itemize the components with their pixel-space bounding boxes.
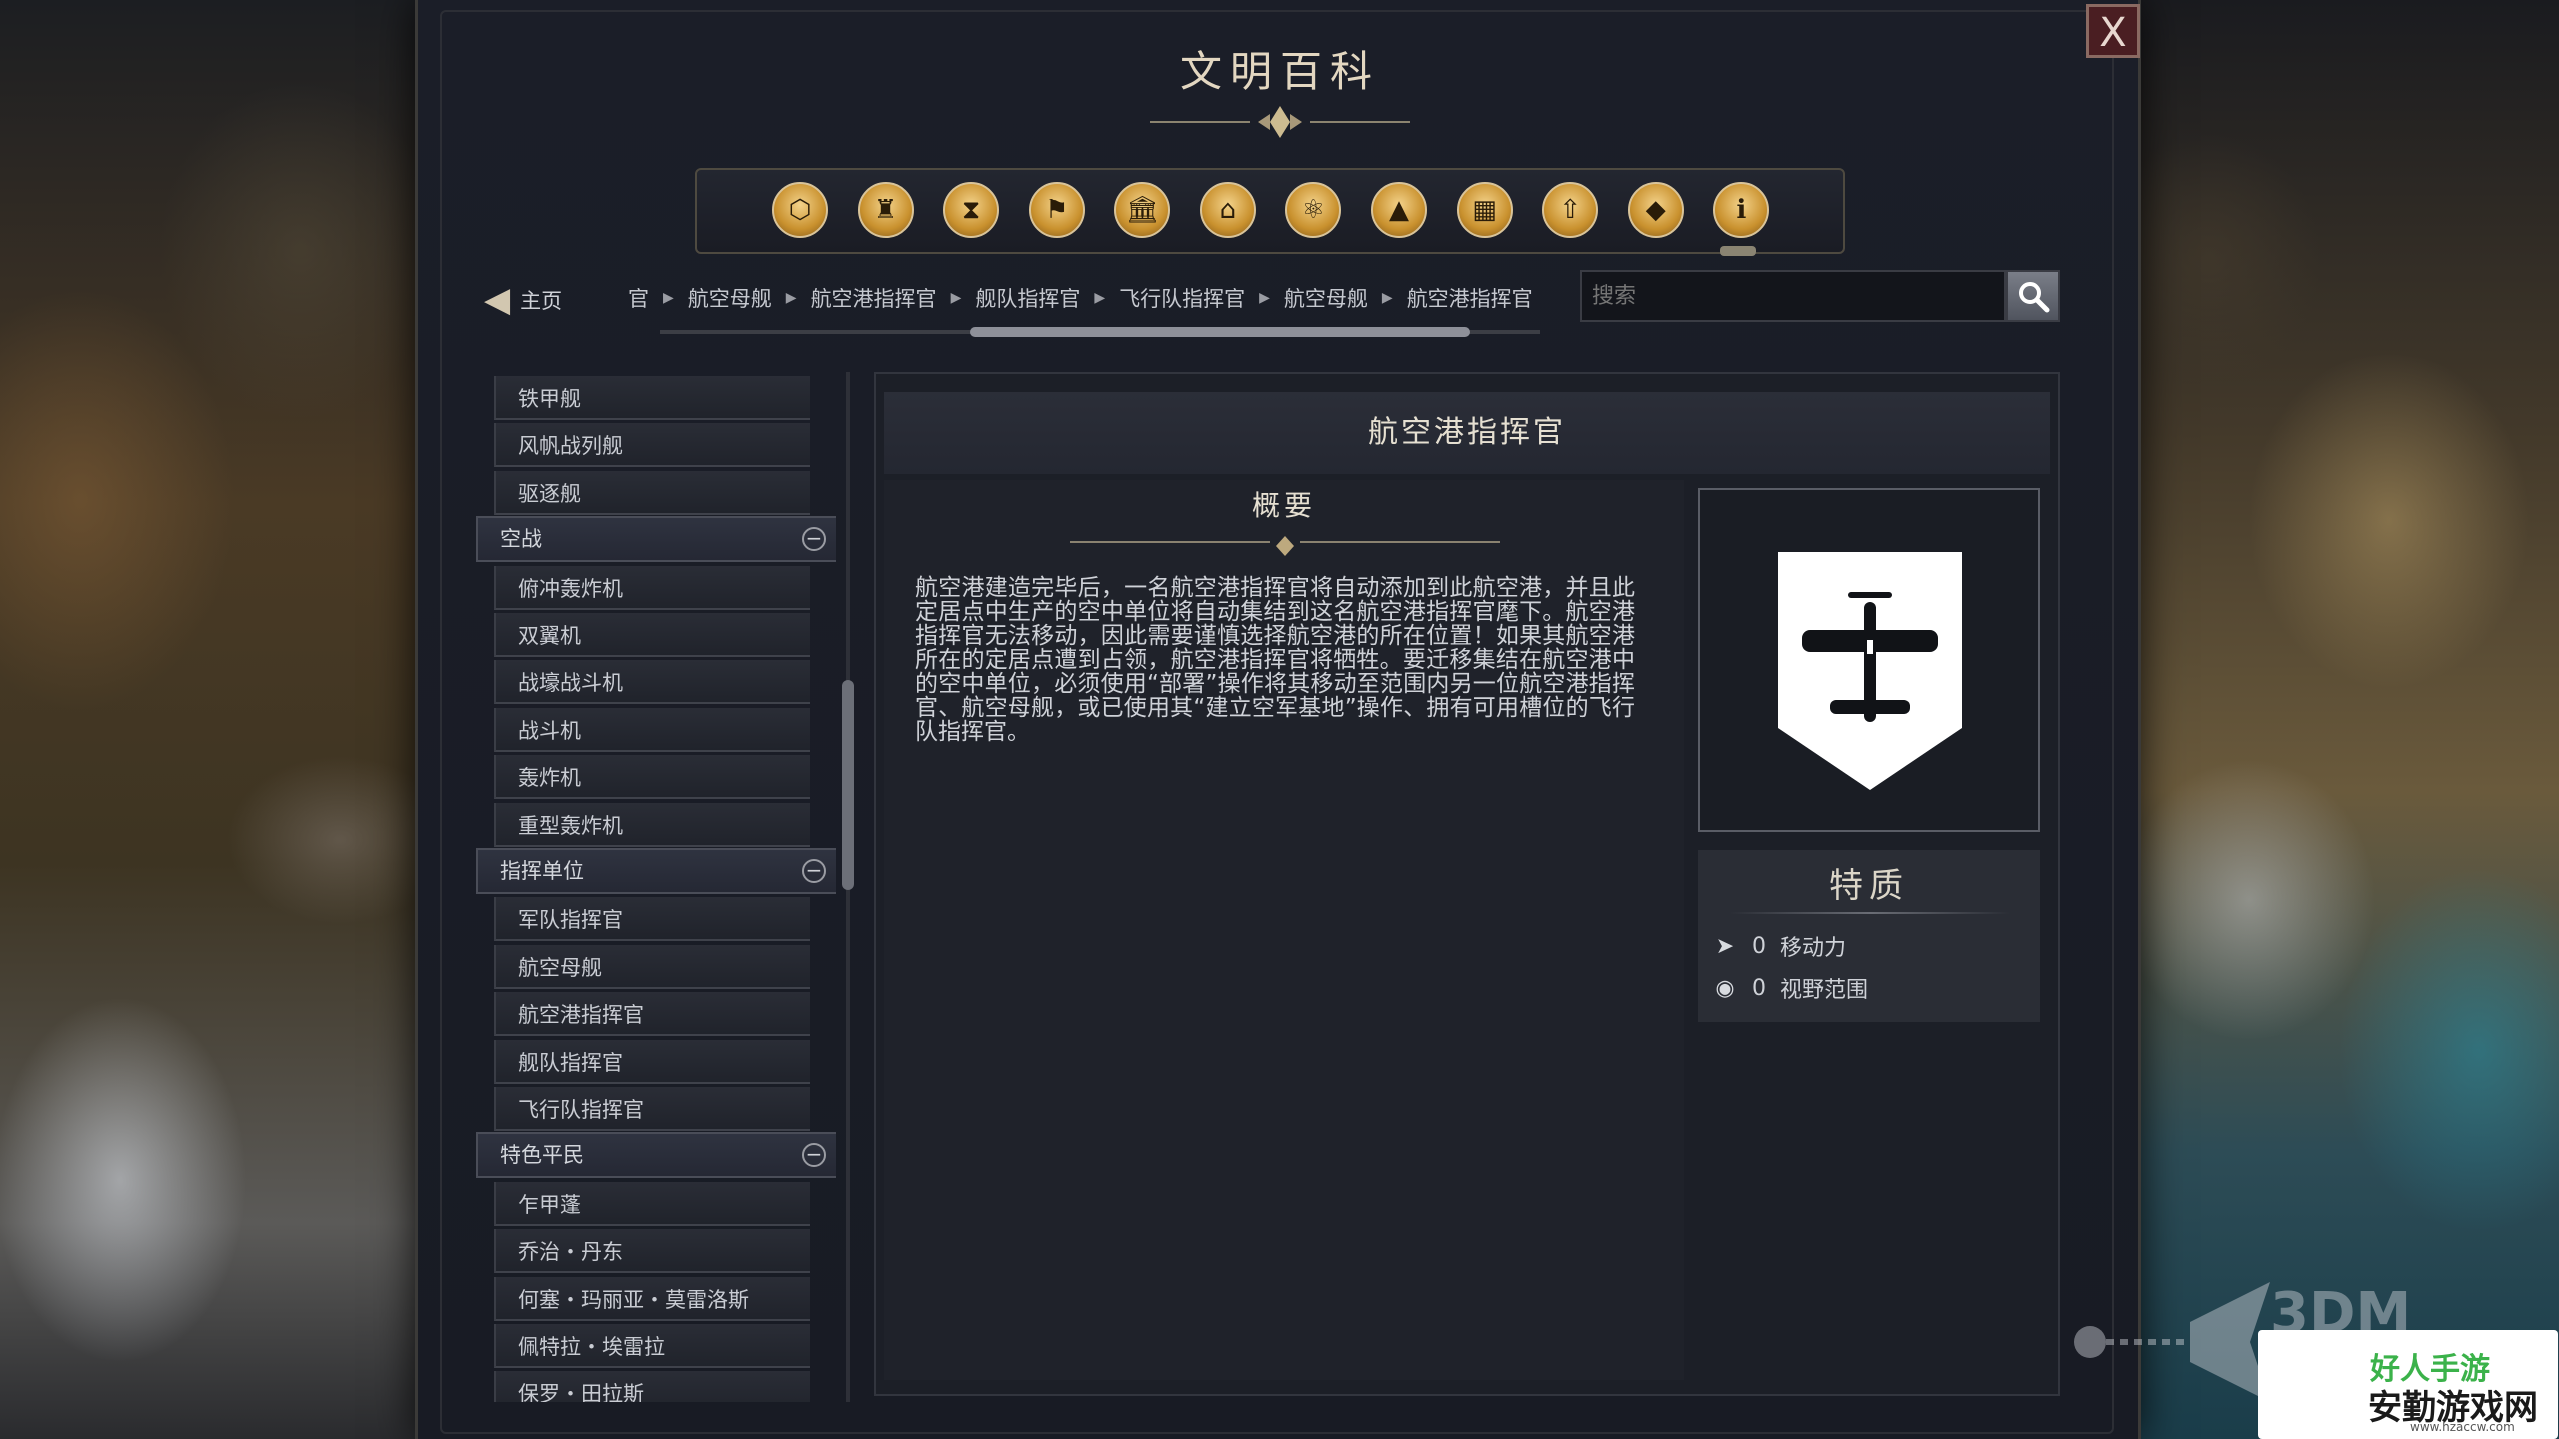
home-label: 主页 bbox=[520, 289, 563, 313]
units-icon[interactable]: ⬡ bbox=[772, 182, 828, 238]
site-watermark-url: www.hzaccw.com bbox=[2410, 1420, 2515, 1434]
breadcrumb-item[interactable]: 飞行队指挥官 bbox=[1119, 283, 1245, 313]
list-category-header[interactable]: 空战 − bbox=[476, 516, 836, 563]
traits-title: 特质 bbox=[1829, 866, 1909, 906]
breadcrumb: 官 ▶ 航空母舰 ▶ 航空港指挥官 ▶ 舰队指挥官 ▶ 飞行队指挥官 ▶ 航空母舰 ▶ 航空港指挥官 bbox=[628, 278, 1558, 318]
breadcrumb-item[interactable]: 航空母舰 bbox=[1284, 283, 1368, 313]
list-item[interactable]: 战斗机 bbox=[494, 707, 810, 752]
buildings-icon[interactable]: 🏛 bbox=[1114, 182, 1171, 238]
breadcrumb-separator-icon: ▶ bbox=[1259, 290, 1270, 306]
trait-value: 0 bbox=[1752, 933, 1766, 959]
list-item[interactable]: 舰队指挥官 bbox=[494, 1039, 810, 1084]
category-selected-marker bbox=[1720, 246, 1756, 256]
list-item[interactable]: 战壕战斗机 bbox=[494, 660, 810, 705]
breadcrumb-separator-icon: ▶ bbox=[1094, 290, 1106, 306]
list-item[interactable]: 铁甲舰 bbox=[494, 376, 810, 420]
search-button[interactable] bbox=[2006, 270, 2060, 322]
breadcrumb-scroll-thumb[interactable] bbox=[970, 327, 1470, 337]
list-item[interactable]: 佩特拉・埃雷拉 bbox=[494, 1324, 810, 1368]
breadcrumb-separator-icon: ▶ bbox=[1381, 290, 1393, 306]
overview-ornament bbox=[1070, 536, 1500, 556]
collapse-icon[interactable]: − bbox=[802, 859, 826, 883]
entry-list: 铁甲舰 风帆战列舰 驱逐舰 空战 − 俯冲轰炸机 双翼机 战壕战斗机 战斗机 轰炸机 重型轰炸机 指挥… bbox=[476, 372, 836, 1402]
list-item[interactable]: 军队指挥官 bbox=[494, 897, 810, 942]
overview-text: 航空港建造完毕后，一名航空港指挥官将自动添加到此航空港，并且此定居点中生产的空中… bbox=[915, 575, 1635, 745]
page-title: 航空港指挥官 bbox=[1368, 415, 1566, 450]
resources-icon[interactable]: ◆ bbox=[1627, 182, 1684, 238]
list-item[interactable]: 俯冲轰炸机 bbox=[494, 565, 810, 610]
movement-arrow-icon: ➤ bbox=[1715, 933, 1735, 959]
map-background-right bbox=[2129, 0, 2559, 1439]
collapse-icon[interactable]: − bbox=[802, 527, 826, 552]
wonders-icon[interactable]: ⌂ bbox=[1199, 182, 1256, 238]
overview-title: 概要 bbox=[1251, 489, 1316, 522]
trait-vision: ◉ 0 视野范围 bbox=[1712, 972, 1868, 1004]
list-item[interactable]: 航空母舰 bbox=[494, 944, 810, 989]
list-item[interactable]: 乍甲蓬 bbox=[494, 1181, 810, 1226]
terrain-icon[interactable]: ▲ bbox=[1371, 182, 1428, 238]
list-category-label: 特色平民 bbox=[500, 1143, 584, 1168]
window-title: 文明百科 bbox=[1179, 47, 1380, 96]
breadcrumb-item[interactable]: 舰队指挥官 bbox=[975, 283, 1080, 313]
list-item[interactable]: 双翼机 bbox=[494, 613, 810, 657]
upgrades-icon[interactable]: ⇧ bbox=[1542, 182, 1599, 238]
eras-icon[interactable]: ⧗ bbox=[943, 182, 1000, 238]
breadcrumb-item[interactable]: 航空港指挥官 bbox=[1407, 283, 1533, 313]
list-item[interactable]: 乔治・丹东 bbox=[494, 1229, 810, 1274]
map-background-left bbox=[0, 0, 415, 1439]
list-category-label: 指挥单位 bbox=[500, 859, 584, 883]
search-icon bbox=[2019, 282, 2050, 313]
collapse-icon[interactable]: − bbox=[802, 1143, 826, 1168]
breadcrumb-separator-icon: ▶ bbox=[663, 290, 674, 306]
close-button[interactable]: X bbox=[2086, 4, 2140, 58]
list-item[interactable]: 飞行队指挥官 bbox=[494, 1087, 810, 1131]
list-category-label: 空战 bbox=[500, 527, 542, 552]
list-item[interactable]: 驱逐舰 bbox=[494, 470, 810, 515]
trait-label: 移动力 bbox=[1780, 936, 1847, 961]
list-scrollbar-thumb[interactable] bbox=[842, 680, 854, 890]
trait-movement: ➤ 0 移动力 bbox=[1712, 930, 1846, 962]
info-icon[interactable]: ℹ bbox=[1713, 182, 1770, 238]
trait-label: 视野范围 bbox=[1780, 978, 1869, 1003]
unit-portrait bbox=[1698, 488, 2040, 832]
list-item[interactable]: 重型轰炸机 bbox=[494, 802, 810, 847]
districts-icon[interactable]: ▦ bbox=[1456, 182, 1513, 238]
breadcrumb-separator-icon: ▶ bbox=[950, 290, 962, 306]
list-category-header[interactable]: 指挥单位 − bbox=[476, 848, 836, 894]
traits-divider bbox=[1730, 912, 2010, 914]
list-item[interactable]: 航空港指挥官 bbox=[494, 992, 810, 1037]
back-arrow-icon: ◀ bbox=[484, 280, 511, 320]
trait-value: 0 bbox=[1752, 975, 1766, 1001]
title-ornament bbox=[1150, 106, 1410, 138]
search-input[interactable] bbox=[1580, 270, 2006, 322]
airplane-icon bbox=[1778, 552, 1962, 790]
home-button[interactable]: ◀ 主页 bbox=[484, 280, 562, 320]
list-item[interactable]: 风帆战列舰 bbox=[494, 423, 810, 468]
list-item[interactable]: 保罗・田拉斯 bbox=[494, 1371, 810, 1402]
breadcrumb-item[interactable]: 官 bbox=[628, 283, 649, 313]
eye-icon: ◉ bbox=[1715, 975, 1735, 1001]
breadcrumb-item[interactable]: 航空母舰 bbox=[688, 283, 772, 313]
list-item[interactable]: 何塞・玛丽亚・莫雷洛斯 bbox=[494, 1276, 810, 1321]
list-item[interactable]: 轰炸机 bbox=[494, 755, 810, 800]
governors-icon[interactable]: ♜ bbox=[857, 182, 914, 238]
breadcrumb-separator-icon: ▶ bbox=[785, 290, 797, 306]
civilizations-icon[interactable]: ⚑ bbox=[1028, 182, 1085, 238]
list-category-header[interactable]: 特色平民 − bbox=[476, 1132, 836, 1179]
breadcrumb-item[interactable]: 航空港指挥官 bbox=[811, 283, 937, 313]
